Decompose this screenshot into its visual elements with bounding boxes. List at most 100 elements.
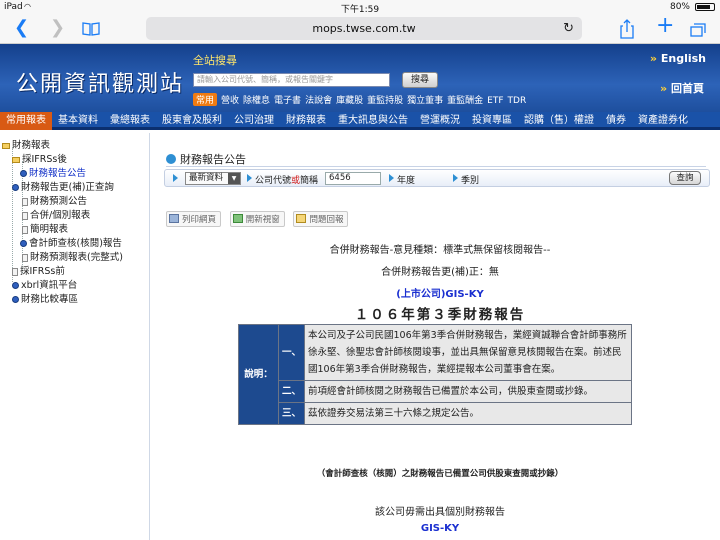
arrow-icon bbox=[247, 174, 252, 182]
description-head: 說明： bbox=[238, 324, 279, 425]
nav-item[interactable]: 彙總報表 bbox=[104, 112, 156, 130]
item-text: 前項經會計師核閱之財務報告已備置於本公司，供股東查閱或抄錄。 bbox=[304, 380, 632, 403]
print-button[interactable]: 列印網頁 bbox=[166, 211, 222, 227]
main-nav: 常用報表 基本資料 彙總報表 股東會及股利 公司治理 財務報表 重大訊息與公告 營運概況 投資專… bbox=[0, 112, 720, 130]
search-button[interactable]: 搜尋 bbox=[402, 72, 438, 88]
dot-icon bbox=[12, 184, 19, 191]
sidebar-item[interactable]: 採IFRSs前 bbox=[12, 263, 65, 277]
quick-link[interactable]: ETF bbox=[487, 96, 503, 106]
sidebar-item[interactable]: 財務預測公告 bbox=[22, 193, 87, 207]
item-text: 本公司及子公司民國106年第3季合併財務報告，業經資誠聯合會計師事務所徐永堅、徐… bbox=[304, 324, 632, 381]
tree-line bbox=[12, 147, 13, 282]
quick-link[interactable]: 營收 bbox=[221, 96, 239, 106]
nav-item[interactable]: 營運概況 bbox=[414, 112, 466, 130]
company-code-input[interactable]: 6456 bbox=[325, 172, 381, 185]
home-link[interactable]: » 回首頁 bbox=[660, 80, 704, 96]
english-link[interactable]: » English bbox=[650, 52, 706, 65]
sidebar-item[interactable]: 財務報告公告 bbox=[20, 165, 86, 179]
nav-item[interactable]: 重大訊息與公告 bbox=[332, 112, 414, 130]
back-icon[interactable]: ❮ bbox=[14, 17, 29, 39]
sidebar-item[interactable]: 合併/個別報表 bbox=[22, 207, 90, 221]
quick-link[interactable]: 電子書 bbox=[274, 96, 301, 106]
quick-link[interactable]: TDR bbox=[508, 96, 527, 106]
nav-item[interactable]: 財務報表 bbox=[280, 112, 332, 130]
search-title: 全站搜尋 bbox=[193, 54, 237, 67]
doc-icon bbox=[12, 267, 18, 276]
sidebar-item-label: 簡明報表 bbox=[30, 224, 69, 235]
browser-toolbar: ❮ ❯ mops.twse.com.tw ↻ + bbox=[0, 14, 720, 44]
sidebar-item[interactable]: xbrl資訊平台 bbox=[12, 277, 77, 291]
item-number: 二、 bbox=[277, 380, 306, 403]
nav-item[interactable]: 投資專區 bbox=[466, 112, 518, 130]
nav-item[interactable]: 常用報表 bbox=[0, 112, 52, 130]
quick-link[interactable]: 董監持股 bbox=[367, 96, 403, 106]
sidebar-item[interactable]: 採IFRSs後 bbox=[12, 151, 67, 165]
nav-item[interactable]: 股東會及股利 bbox=[156, 112, 228, 130]
section-title: 財務報告公告 bbox=[166, 151, 246, 167]
site-banner: 公開資訊觀測站 全站搜尋 請輸入公司代號、簡稱，或報告關鍵字 搜尋 常用 營收 除權… bbox=[0, 44, 720, 112]
quick-link[interactable]: 法說會 bbox=[305, 96, 332, 106]
doc-icon bbox=[22, 225, 28, 234]
quick-links: 常用 營收 除權息 電子書 法說會 庫藏股 董監持股 獨立董事 董監酬金 ETF TDR bbox=[193, 93, 530, 106]
sidebar-item-label: 採IFRSs前 bbox=[20, 266, 65, 277]
sidebar-item-label: 財務報告公告 bbox=[29, 168, 87, 179]
printer-icon bbox=[169, 214, 179, 223]
nav-item[interactable]: 資產證券化 bbox=[632, 112, 694, 130]
quick-link[interactable]: 董監酬金 bbox=[447, 96, 483, 106]
sidebar-item[interactable]: 簡明報表 bbox=[22, 221, 68, 235]
nav-item[interactable]: 公司治理 bbox=[228, 112, 280, 130]
quick-link[interactable]: 除權息 bbox=[243, 96, 270, 106]
url-text: mops.twse.com.tw bbox=[312, 22, 416, 35]
nav-item[interactable]: 債券 bbox=[600, 112, 632, 130]
battery-percent: 80% bbox=[669, 2, 690, 12]
nav-item[interactable]: 認購（售）權證 bbox=[518, 112, 600, 130]
tabs-icon[interactable] bbox=[690, 23, 706, 37]
address-bar[interactable]: mops.twse.com.tw ↻ bbox=[146, 17, 582, 40]
nav-item[interactable]: 基本資料 bbox=[52, 112, 104, 130]
data-type-select[interactable]: 最新資料 bbox=[185, 172, 241, 185]
forward-icon[interactable]: ❯ bbox=[50, 17, 65, 39]
new-window-button[interactable]: 開新視窗 bbox=[229, 211, 285, 227]
quick-link[interactable]: 庫藏股 bbox=[336, 96, 363, 106]
sidebar-item[interactable]: 財務報告更(補)正查詢 bbox=[12, 179, 114, 193]
sidebar-item-label: 合併/個別報表 bbox=[30, 210, 91, 221]
sidebar-item-label: 財務預測報表(完整式) bbox=[30, 252, 123, 263]
report-title: １０６年第３季財務報告 bbox=[354, 307, 526, 323]
dot-icon bbox=[12, 296, 19, 303]
company-name: (上市公司)GIS-KY bbox=[396, 289, 484, 300]
status-bar: iPad ◠ 下午1:59 80% bbox=[0, 0, 720, 15]
item-number: 一、 bbox=[277, 324, 306, 381]
sidebar-item[interactable]: 財務報表 bbox=[2, 137, 50, 151]
query-button[interactable]: 查詢 bbox=[669, 171, 701, 185]
arrow-icon bbox=[453, 174, 458, 182]
doc-icon bbox=[22, 211, 28, 220]
sidebar-item-label: 財務報告更(補)正查詢 bbox=[21, 182, 114, 193]
year-label: 年度 bbox=[397, 176, 416, 186]
report-issue-button[interactable]: 問題回報 bbox=[293, 211, 349, 227]
audit-note: （會計師查核（核閱）之財務報告已備置公司供股東查閱或抄錄） bbox=[316, 469, 564, 479]
sidebar-item[interactable]: 財務預測報表(完整式) bbox=[22, 249, 123, 263]
new-tab-icon[interactable]: + bbox=[656, 15, 674, 37]
site-logo[interactable]: 公開資訊觀測站 bbox=[16, 66, 184, 98]
divider bbox=[166, 166, 706, 167]
site-search-input[interactable]: 請輸入公司代號、簡稱，或報告關鍵字 bbox=[193, 73, 390, 87]
description-table: 說明： 一、 本公司及子公司民國106年第3季合併財務報告，業經資誠聯合會計師事… bbox=[238, 324, 632, 425]
sidebar-tree: 財務報表 採IFRSs後財務報告公告財務報告更(補)正查詢 財務預測公告合併/個別報… bbox=[0, 133, 150, 540]
globe-icon bbox=[166, 154, 176, 164]
company-name-footer: GIS-KY bbox=[420, 523, 460, 534]
sidebar-item-label: 財務報表 bbox=[12, 140, 51, 151]
doc-icon bbox=[22, 197, 28, 206]
folder-icon bbox=[2, 142, 10, 149]
bookmarks-icon[interactable] bbox=[82, 22, 100, 36]
doc-icon bbox=[22, 253, 28, 262]
quick-link[interactable]: 獨立董事 bbox=[407, 96, 443, 106]
arrow-icon bbox=[173, 174, 178, 182]
item-number: 三、 bbox=[277, 402, 306, 425]
dot-icon bbox=[12, 282, 19, 289]
share-icon[interactable] bbox=[620, 19, 634, 39]
query-form: 最新資料 公司代號或簡稱 6456 年度 季別 查詢 bbox=[164, 169, 710, 187]
sidebar-item[interactable]: 財務比較專區 bbox=[12, 291, 78, 305]
sidebar-item[interactable]: 會計師查核(核閱)報告 bbox=[20, 235, 122, 249]
reload-icon[interactable]: ↻ bbox=[563, 17, 574, 40]
code-label: 公司代號或簡稱 bbox=[255, 176, 319, 186]
